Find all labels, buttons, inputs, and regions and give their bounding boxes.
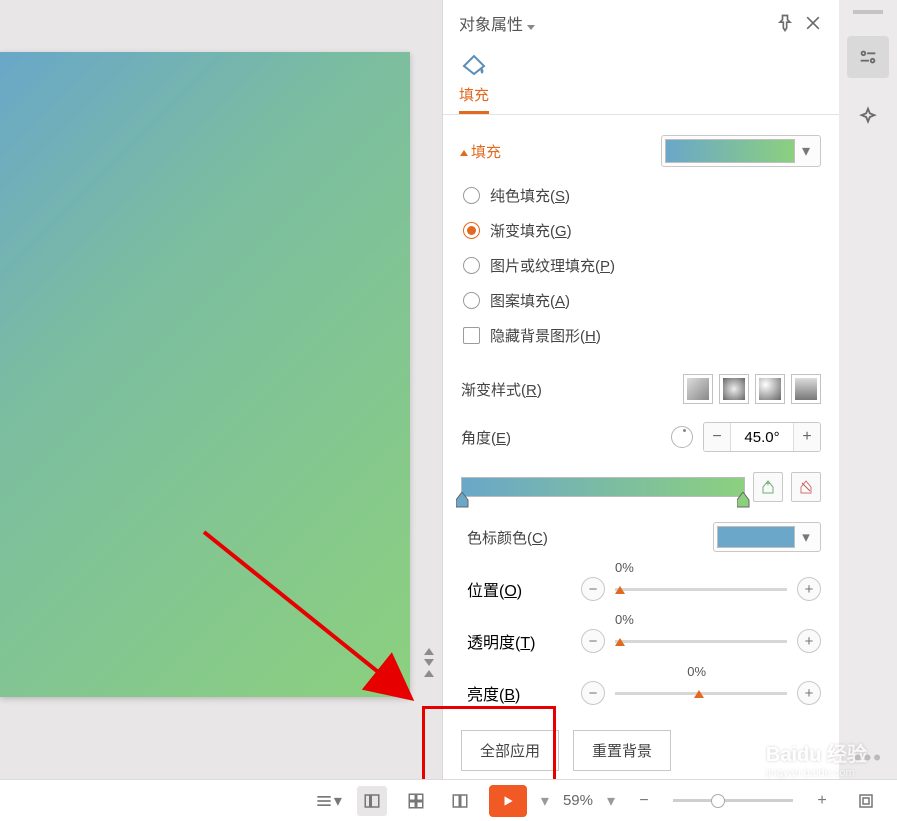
brightness-increment[interactable]: + bbox=[797, 681, 821, 705]
pin-icon[interactable] bbox=[775, 13, 795, 33]
gradient-preset-path[interactable] bbox=[791, 374, 821, 404]
view-reading-button[interactable] bbox=[445, 786, 475, 816]
radio-icon bbox=[463, 222, 480, 239]
remove-stop-icon bbox=[798, 479, 814, 495]
sparkle-icon bbox=[857, 106, 879, 128]
transparency-decrement[interactable]: − bbox=[581, 629, 605, 653]
radio-icon bbox=[463, 257, 480, 274]
view-normal-button[interactable] bbox=[357, 786, 387, 816]
rail-ai-button[interactable] bbox=[847, 96, 889, 138]
radio-icon bbox=[463, 187, 480, 204]
transparency-slider[interactable]: 0% bbox=[615, 626, 787, 656]
play-icon bbox=[501, 794, 515, 808]
gradient-preset-linear[interactable] bbox=[683, 374, 713, 404]
slideshow-caret[interactable]: ▾ bbox=[541, 791, 549, 811]
view-normal-icon bbox=[363, 792, 381, 810]
brightness-value: 0% bbox=[687, 664, 706, 679]
tab-fill[interactable]: 填充 bbox=[459, 52, 489, 114]
angle-dial[interactable] bbox=[671, 426, 693, 448]
angle-increment[interactable]: + bbox=[794, 423, 820, 451]
radio-picture-fill[interactable]: 图片或纹理填充(P) bbox=[463, 255, 821, 276]
rail-drag-handle[interactable] bbox=[853, 10, 883, 14]
stop-color-chip bbox=[717, 526, 795, 548]
radio-pattern-fill[interactable]: 图案填充(A) bbox=[463, 290, 821, 311]
fit-icon bbox=[857, 792, 875, 810]
zoom-value[interactable]: 59% bbox=[563, 792, 593, 809]
gradient-stops-track[interactable] bbox=[461, 477, 745, 497]
gradient-preset-rect[interactable] bbox=[755, 374, 785, 404]
chevron-down-icon: ▾ bbox=[795, 141, 817, 161]
remove-stop-button[interactable] bbox=[791, 472, 821, 502]
add-stop-icon: + bbox=[760, 479, 776, 495]
scroll-down-icon[interactable] bbox=[424, 659, 434, 666]
position-value: 0% bbox=[615, 560, 634, 575]
radio-label: 渐变填充(G) bbox=[490, 220, 572, 241]
radio-label: 图案填充(A) bbox=[490, 290, 570, 311]
transparency-label: 透明度(T) bbox=[461, 629, 571, 653]
zoom-caret[interactable]: ▾ bbox=[607, 791, 615, 811]
status-bar: ▾ ▾ 59% ▾ − + bbox=[0, 779, 897, 821]
position-increment[interactable]: + bbox=[797, 577, 821, 601]
reset-background-button[interactable]: 重置背景 bbox=[573, 730, 671, 771]
gradient-stop-1[interactable] bbox=[456, 492, 469, 508]
radio-icon bbox=[463, 292, 480, 309]
radio-label: 图片或纹理填充(P) bbox=[490, 255, 615, 276]
tab-fill-label: 填充 bbox=[459, 84, 489, 105]
checkbox-hide-bg[interactable]: 隐藏背景图形(H) bbox=[463, 325, 821, 346]
slide-preview[interactable] bbox=[0, 52, 410, 697]
position-label: 位置(O) bbox=[461, 577, 571, 601]
slideshow-button[interactable] bbox=[489, 785, 527, 817]
transparency-value: 0% bbox=[615, 612, 634, 627]
stop-color-label: 色标颜色(C) bbox=[461, 527, 713, 548]
position-decrement[interactable]: − bbox=[581, 577, 605, 601]
checkbox-label: 隐藏背景图形(H) bbox=[490, 325, 601, 346]
scroll-up2-icon[interactable] bbox=[424, 670, 434, 677]
view-grid-icon bbox=[407, 792, 425, 810]
chevron-down-icon: ▾ bbox=[795, 528, 817, 546]
brightness-slider[interactable]: 0% bbox=[615, 678, 787, 708]
brightness-label: 亮度(B) bbox=[461, 681, 571, 705]
panel-title[interactable]: 对象属性 bbox=[459, 11, 767, 35]
gradient-stop-2[interactable] bbox=[737, 492, 750, 508]
zoom-out-button[interactable]: − bbox=[629, 786, 659, 816]
book-icon bbox=[451, 792, 469, 810]
canvas-gutter bbox=[416, 0, 442, 790]
brightness-decrement[interactable]: − bbox=[581, 681, 605, 705]
checkbox-icon bbox=[463, 327, 480, 344]
angle-decrement[interactable]: − bbox=[704, 423, 730, 451]
paint-bucket-icon bbox=[460, 52, 488, 78]
stop-color-picker[interactable]: ▾ bbox=[713, 522, 821, 552]
sliders-icon bbox=[857, 46, 879, 68]
fit-window-button[interactable] bbox=[851, 786, 881, 816]
gradient-preset-radial[interactable] bbox=[719, 374, 749, 404]
close-icon[interactable] bbox=[803, 13, 823, 33]
radio-solid-fill[interactable]: 纯色填充(S) bbox=[463, 185, 821, 206]
view-sorter-button[interactable] bbox=[401, 786, 431, 816]
angle-input[interactable] bbox=[730, 423, 794, 451]
outline-menu-button[interactable]: ▾ bbox=[313, 786, 343, 816]
scroll-up-icon[interactable] bbox=[424, 648, 434, 655]
object-properties-panel: 对象属性 填充 填充 ▾ bbox=[442, 0, 839, 790]
fill-swatch-preview bbox=[665, 139, 795, 163]
transparency-increment[interactable]: + bbox=[797, 629, 821, 653]
zoom-slider[interactable] bbox=[673, 799, 793, 802]
slide-canvas-area bbox=[0, 0, 442, 790]
angle-label: 角度(E) bbox=[461, 427, 671, 448]
section-title[interactable]: 填充 bbox=[461, 141, 501, 162]
rail-settings-button[interactable] bbox=[847, 36, 889, 78]
radio-gradient-fill[interactable]: 渐变填充(G) bbox=[463, 220, 821, 241]
gradient-style-label: 渐变样式(R) bbox=[461, 379, 683, 400]
side-rail bbox=[839, 0, 897, 821]
add-stop-button[interactable]: + bbox=[753, 472, 783, 502]
apply-all-button[interactable]: 全部应用 bbox=[461, 730, 559, 771]
radio-label: 纯色填充(S) bbox=[490, 185, 570, 206]
angle-spinner: − + bbox=[703, 422, 821, 452]
more-icon[interactable]: ••• bbox=[854, 745, 883, 771]
zoom-in-button[interactable]: + bbox=[807, 786, 837, 816]
list-icon bbox=[314, 791, 334, 811]
fill-swatch-dropdown[interactable]: ▾ bbox=[661, 135, 821, 167]
position-slider[interactable]: 0% bbox=[615, 574, 787, 604]
svg-text:+: + bbox=[766, 479, 771, 488]
